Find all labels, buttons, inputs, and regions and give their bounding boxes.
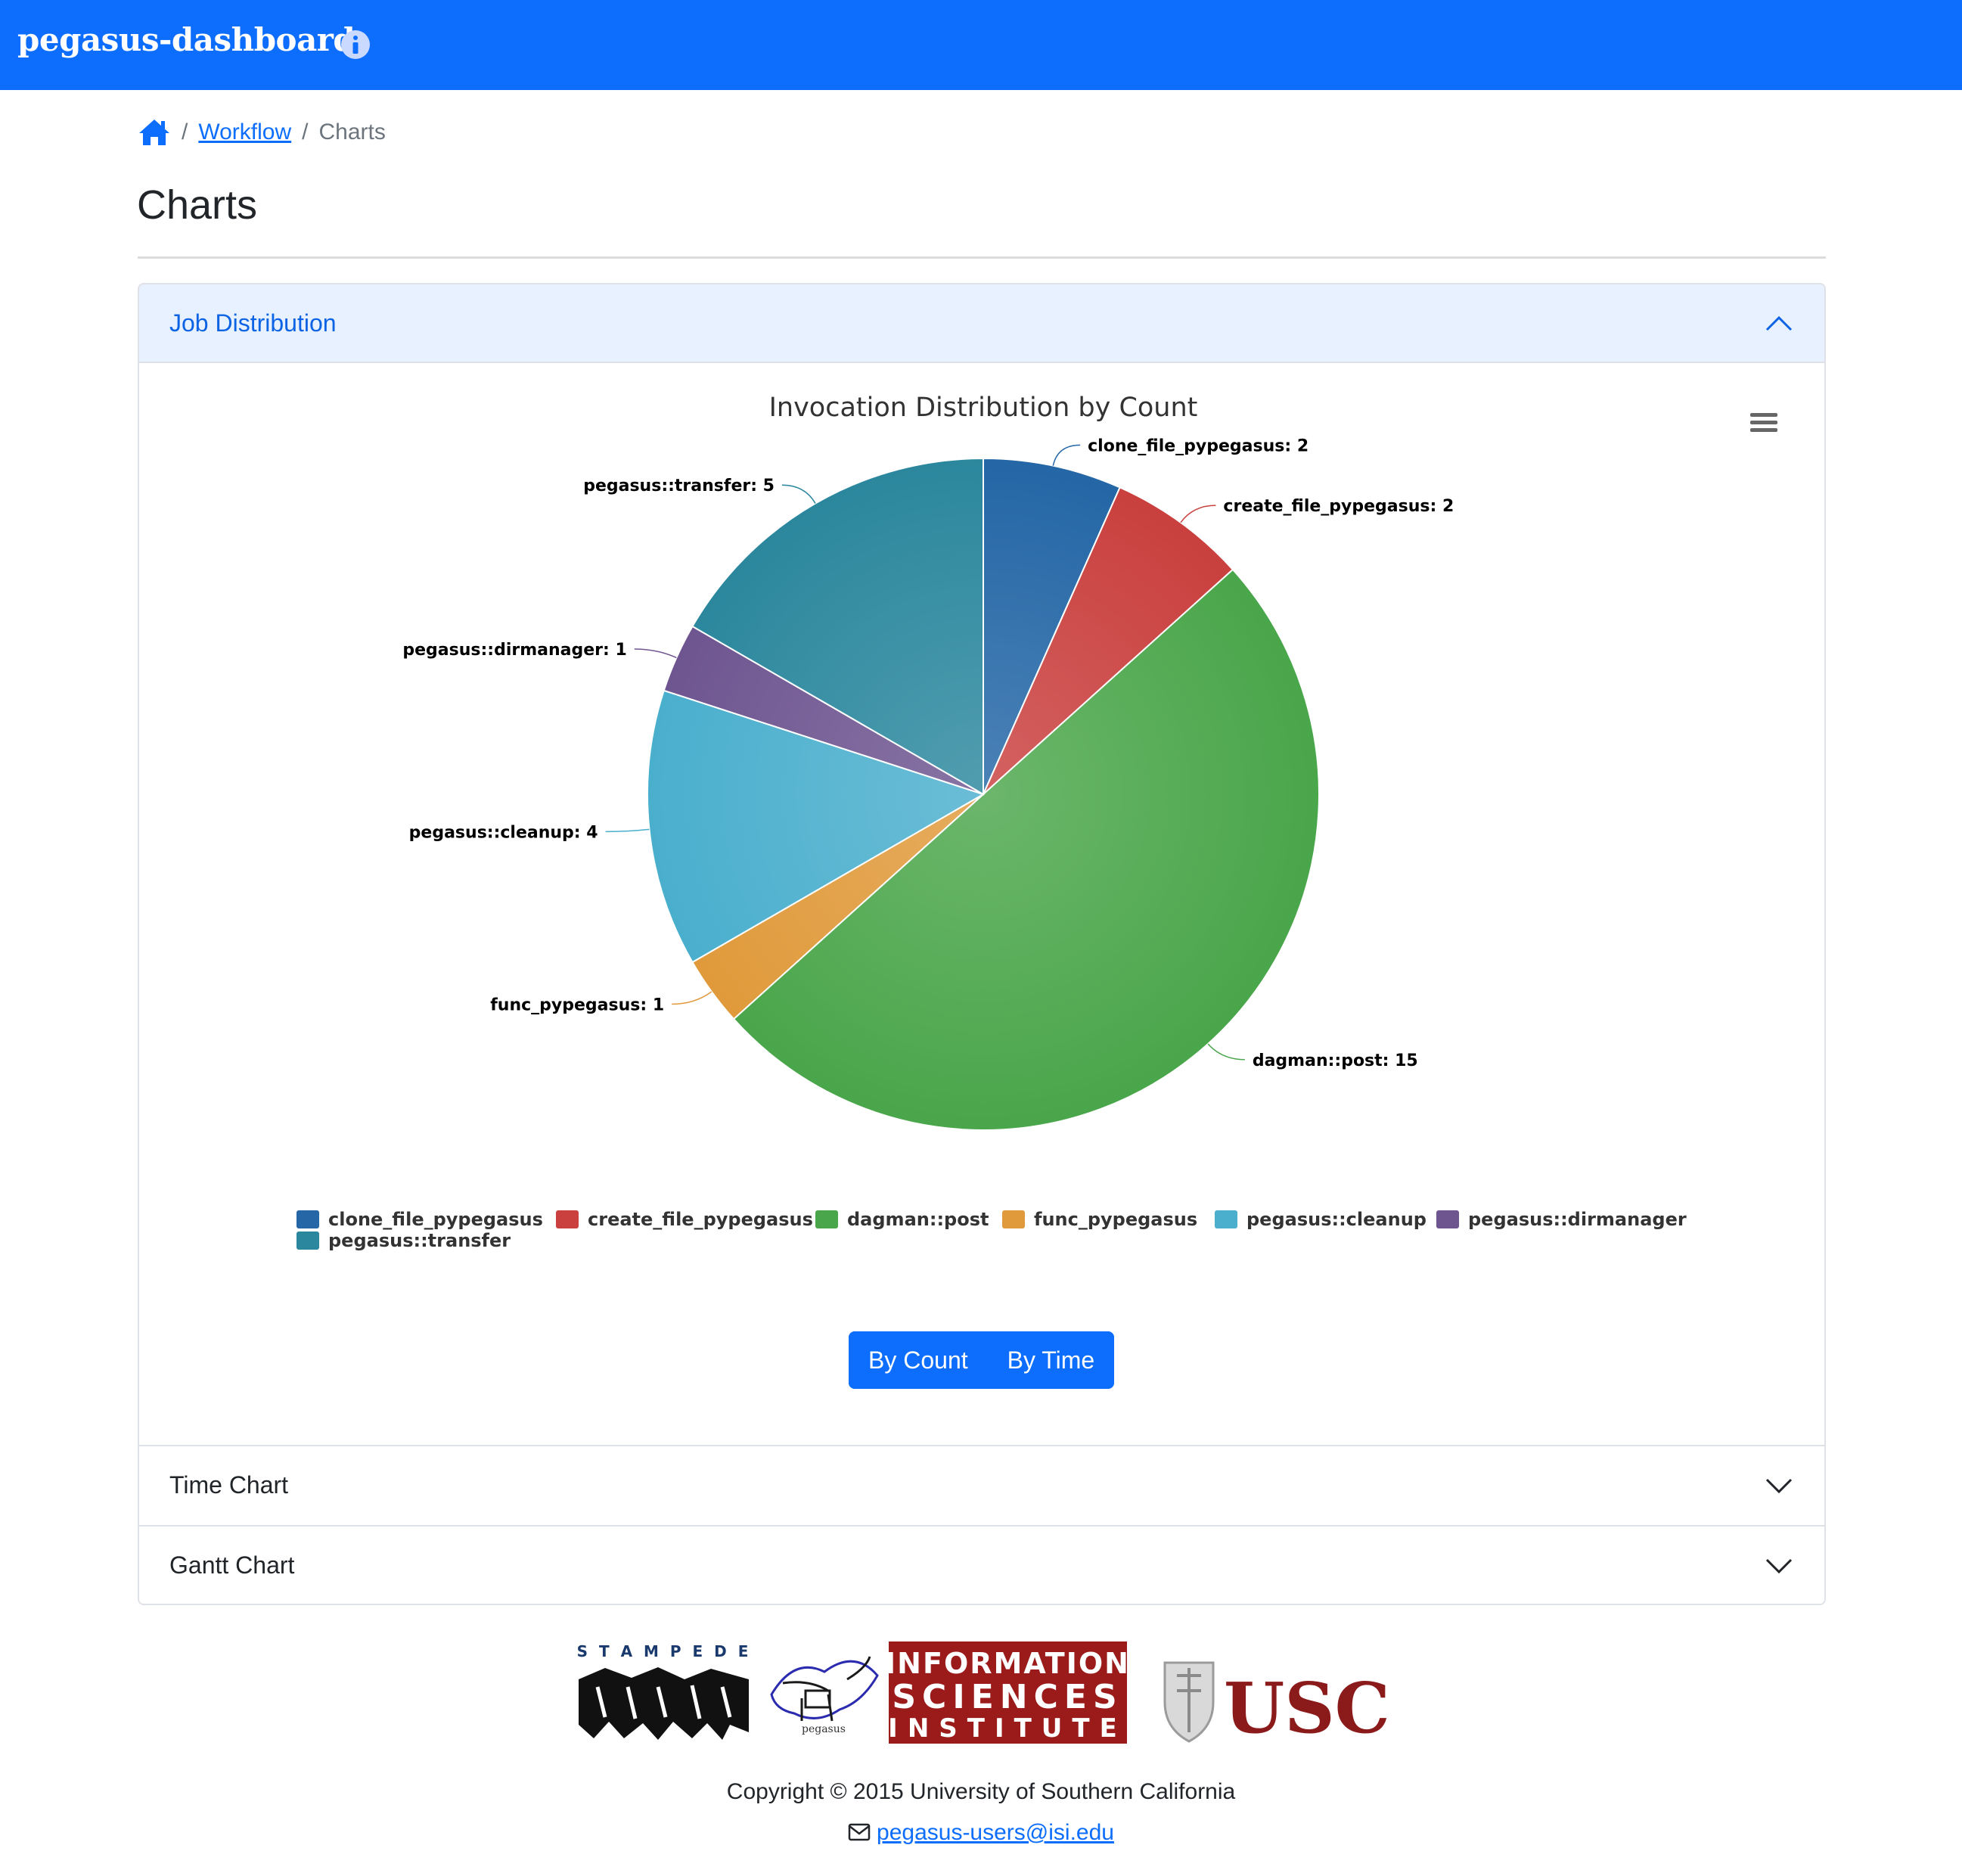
accordion-label: Time Chart: [169, 1471, 289, 1499]
data-label-connector: [634, 648, 677, 659]
page-title: Charts: [137, 182, 258, 228]
legend-item-create-file-pypegasus[interactable]: create_file_pypegasus: [556, 1209, 813, 1230]
legend-item-pegasus-dirmanager[interactable]: pegasus::dirmanager: [1436, 1209, 1687, 1230]
breadcrumb-separator: /: [302, 120, 309, 144]
divider: [138, 256, 1826, 259]
data-label-connector: [605, 828, 650, 833]
data-label-create-file-pypegasus: create_file_pypegasus: 2: [1223, 497, 1454, 516]
stampede-logo[interactable]: S T A M P E D E: [576, 1642, 752, 1740]
data-label-connector: [781, 484, 816, 504]
isi-logo-line2: SCIENCES: [892, 1678, 1122, 1716]
legend-swatch: [1436, 1210, 1459, 1228]
copyright-text: Copyright © 2015 University of Southern …: [726, 1779, 1236, 1804]
legend-label: pegasus::dirmanager: [1468, 1209, 1687, 1230]
chart-mode-toggle: By Count By Time: [849, 1331, 1115, 1389]
data-label-pegasus-dirmanager: pegasus::dirmanager: 1: [402, 641, 626, 660]
charts-accordion: Job Distribution Invocation Distribution…: [138, 283, 1826, 1605]
legend-item-func-pypegasus[interactable]: func_pypegasus: [1002, 1209, 1197, 1230]
accordion-label: Job Distribution: [169, 309, 337, 337]
info-circle-icon[interactable]: [340, 30, 371, 60]
envelope-icon: [848, 1823, 871, 1841]
chevron-up-icon: [1765, 315, 1793, 331]
breadcrumb-workflow-link[interactable]: Workflow: [198, 120, 291, 145]
pegasus-logo[interactable]: pegasus: [770, 1656, 879, 1735]
legend-swatch: [1002, 1210, 1025, 1228]
accordion-header-time-chart[interactable]: Time Chart: [139, 1445, 1824, 1523]
legend-item-dagman-post[interactable]: dagman::post: [815, 1209, 989, 1230]
accordion-header-job-distribution[interactable]: Job Distribution: [139, 284, 1824, 363]
data-label-connector: [1052, 444, 1081, 466]
data-label-connector: [1180, 505, 1216, 523]
breadcrumb-current: Charts: [318, 120, 386, 144]
legend-swatch: [296, 1232, 319, 1250]
legend-swatch: [1215, 1210, 1237, 1228]
legend-label: create_file_pypegasus: [588, 1209, 813, 1230]
by-time-button[interactable]: By Time: [987, 1331, 1115, 1389]
legend-label: pegasus::transfer: [328, 1230, 511, 1251]
isi-logo-line3: INSTITUTE: [888, 1713, 1127, 1744]
data-label-clone-file-pypegasus: clone_file_pypegasus: 2: [1088, 436, 1309, 455]
data-label-func-pypegasus: func_pypegasus: 1: [490, 995, 664, 1014]
legend-swatch: [556, 1210, 579, 1228]
isi-logo[interactable]: INFORMATION SCIENCES INSTITUTE: [885, 1642, 1130, 1744]
legend-label: clone_file_pypegasus: [328, 1209, 543, 1230]
usc-logo-text: USC: [1224, 1667, 1390, 1747]
home-icon[interactable]: [138, 117, 171, 148]
contact-email-link[interactable]: pegasus-users@isi.edu: [877, 1820, 1114, 1845]
chevron-down-icon: [1765, 1478, 1793, 1494]
accordion-label: Gantt Chart: [169, 1551, 295, 1579]
by-count-button[interactable]: By Count: [849, 1331, 988, 1389]
legend-swatch: [815, 1210, 838, 1228]
legend-item-clone-file-pypegasus[interactable]: clone_file_pypegasus: [296, 1209, 543, 1230]
hamburger-menu-icon[interactable]: [1749, 410, 1779, 436]
data-label-dagman-post: dagman::post: 15: [1253, 1051, 1418, 1070]
legend-item-pegasus-transfer[interactable]: pegasus::transfer: [296, 1230, 511, 1251]
breadcrumb-separator: /: [182, 120, 188, 144]
chart-title: Invocation Distribution by Count: [769, 393, 1198, 423]
contact-line: pegasus-users@isi.edu: [0, 1820, 1962, 1846]
data-label-pegasus-cleanup: pegasus::cleanup: 4: [409, 823, 598, 842]
brand-title[interactable]: pegasus-dashboard: [17, 21, 355, 58]
pegasus-logo-text: pegasus: [802, 1723, 846, 1735]
legend-label: pegasus::cleanup: [1246, 1209, 1426, 1230]
isi-logo-line1: INFORMATION: [885, 1647, 1130, 1680]
legend-swatch: [296, 1210, 319, 1228]
stampede-logo-text: S T A M P E D E: [577, 1642, 752, 1660]
accordion-header-gantt-chart[interactable]: Gantt Chart: [139, 1525, 1824, 1604]
data-label-pegasus-transfer: pegasus::transfer: 5: [583, 477, 775, 495]
legend-label: func_pypegasus: [1034, 1209, 1197, 1230]
pie-chart: Invocation Distribution by Count clone_f…: [296, 393, 1687, 1251]
usc-logo[interactable]: USC: [1163, 1661, 1390, 1747]
chevron-down-icon: [1765, 1558, 1793, 1574]
data-label-connector: [1207, 1043, 1245, 1061]
legend-label: dagman::post: [847, 1209, 989, 1230]
breadcrumb: / Workflow / Charts: [138, 113, 386, 151]
legend-item-pegasus-cleanup[interactable]: pegasus::cleanup: [1215, 1209, 1426, 1230]
footer-logos: S T A M P E D E pegasus INFORMATION SCIE…: [576, 1642, 1390, 1747]
navbar: pegasus-dashboard: [0, 0, 1962, 90]
data-label-connector: [672, 991, 712, 1005]
chart-container: Invocation Distribution by Count clone_f…: [139, 363, 1824, 1445]
